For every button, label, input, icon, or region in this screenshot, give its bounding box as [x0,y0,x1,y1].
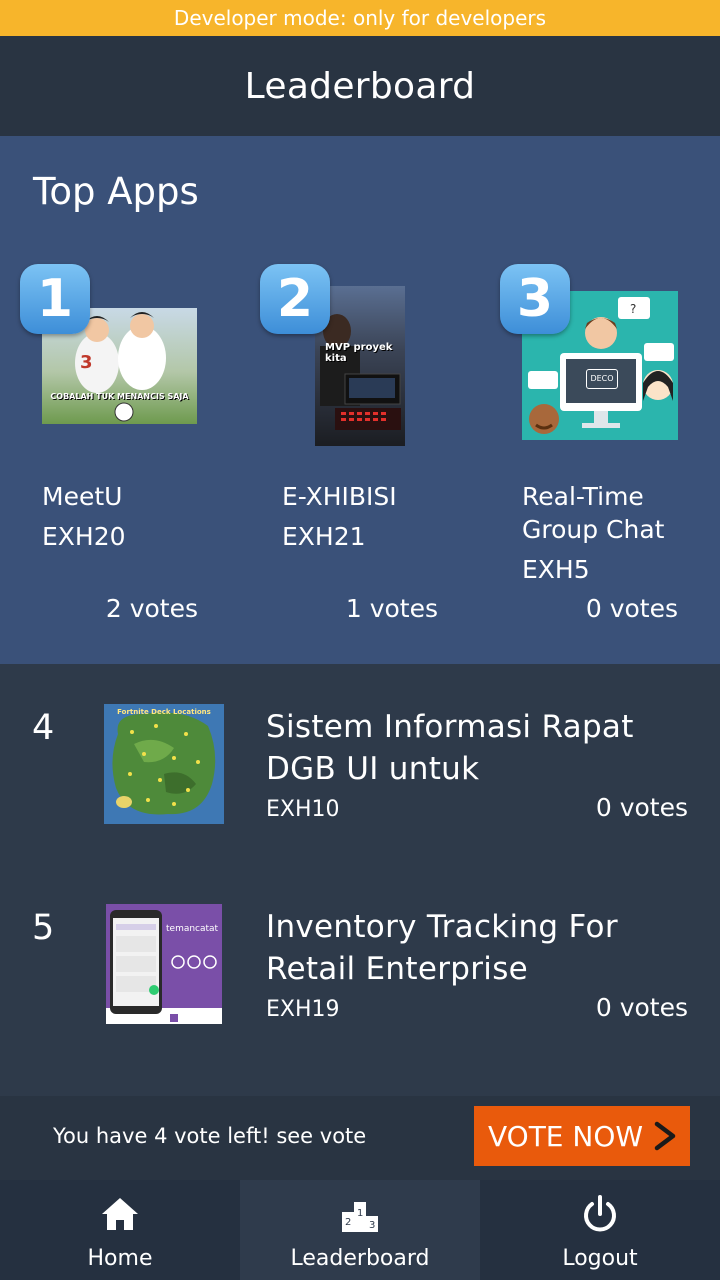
top-app-name: E-XHIBISI [282,482,397,511]
top-app-card-1[interactable]: 1 3 COBALAH TUK MENANCIS SAJA MeetU EXH2… [0,136,240,664]
rank-badge-1: 1 [20,264,90,334]
rank-badge-3: 3 [500,264,570,334]
thumb-caption-temancatat: temancatat [166,924,219,934]
bottom-navigation: Home 1 2 3 Leaderboard Logout [0,1180,720,1280]
developer-mode-text: Developer mode: only for developers [173,6,547,30]
thumb-caption-exhibisi: MVP proyek kita [325,342,393,364]
top-app-votes: 2 votes [105,594,198,623]
rank-badge-2: 2 [260,264,330,334]
row-app-name: Inventory Tracking For Retail Enterprise [266,909,618,987]
row-app-code: EXH10 [266,797,340,822]
top-app-name: MeetU [42,482,123,511]
row-app-votes: 0 votes [595,793,688,822]
home-icon [100,1194,140,1234]
top-app-card-2[interactable]: 2 MVP proyek kita E-XHIBISI EXH21 1 vote… [240,136,480,664]
nav-leaderboard-label: Leaderboard [290,1246,430,1271]
nav-leaderboard[interactable]: 1 2 3 Leaderboard [240,1180,480,1280]
developer-mode-banner: Developer mode: only for developers [0,0,720,36]
top-app-code: EXH5 [522,555,590,584]
podium-icon: 1 2 3 [340,1194,380,1234]
vote-now-label: VOTE NOW [488,1119,644,1153]
nav-logout-label: Logout [562,1246,638,1271]
app-thumbnail-inventory: temancatat [106,904,222,1024]
top-app-name: Real-Time Group Chat [522,482,665,544]
leaderboard-row-5[interactable]: 5 temancatat Inventory Tracking For Reta… [0,864,720,1064]
top-app-votes: 0 votes [585,594,678,623]
top-app-votes: 1 votes [345,594,438,623]
thumb-caption-meetu: COBALAH TUK MENANCIS SAJA [50,392,189,401]
top-app-code: EXH20 [42,522,126,551]
vote-status-bar: You have 4 vote left! see vote VOTE NOW [0,1096,720,1180]
leaderboard-row-4[interactable]: 4 Fortnite Deck Locations Sistem Informa… [0,664,720,864]
nav-home-label: Home [87,1246,153,1271]
row-app-votes: 0 votes [595,993,688,1022]
top-app-code: EXH21 [282,522,366,551]
top-app-card-3[interactable]: 3 ? DECO Real-Time Group Chat EXH5 0 vot… [480,136,720,664]
app-thumbnail-sistem-informasi: Fortnite Deck Locations [104,704,224,824]
page-title: Leaderboard [244,65,476,107]
svg-text:1: 1 [357,1208,363,1219]
vote-now-button[interactable]: VOTE NOW [474,1106,690,1166]
row-app-code: EXH19 [266,997,340,1022]
thumb-caption-deco: DECO [586,369,618,389]
top-apps-section: Top Apps 1 3 COBALAH TUK MENANCIS SAJA M… [0,136,720,664]
row-app-name: Sistem Informasi Rapat DGB UI untuk [266,709,634,787]
svg-text:3: 3 [369,1220,375,1231]
app-header: Leaderboard [0,36,720,136]
chevron-right-icon [652,1120,678,1159]
svg-text:3: 3 [80,352,93,373]
row-rank: 5 [32,908,55,948]
svg-text:?: ? [630,302,636,316]
svg-text:2: 2 [345,1217,351,1228]
row-rank: 4 [32,708,55,748]
power-icon [580,1194,620,1234]
votes-remaining-text[interactable]: You have 4 vote left! see vote [53,1124,366,1148]
thumb-caption-map: Fortnite Deck Locations [117,708,211,716]
nav-home[interactable]: Home [0,1180,240,1280]
nav-logout[interactable]: Logout [480,1180,720,1280]
